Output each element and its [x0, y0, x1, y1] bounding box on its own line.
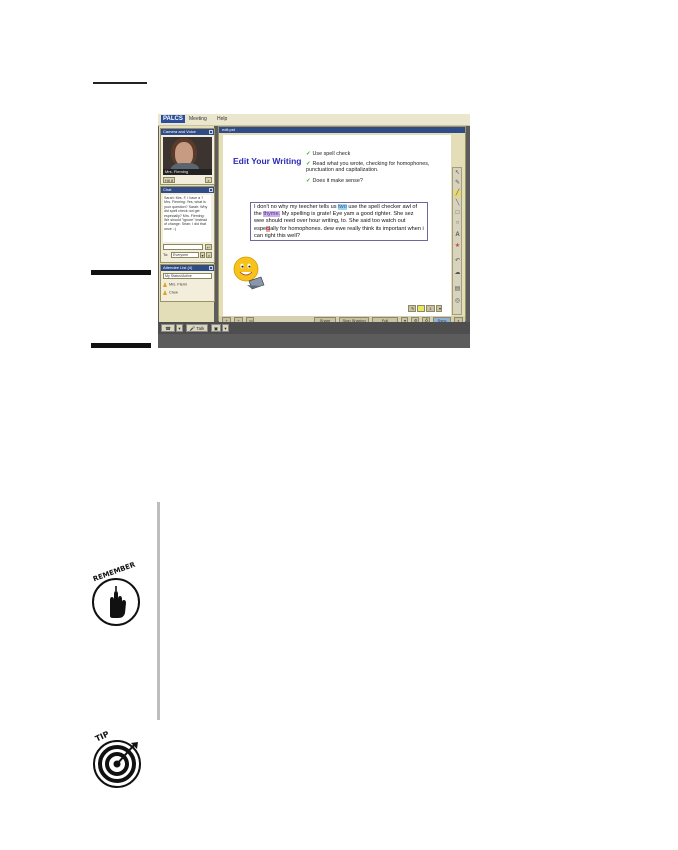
- status-select[interactable]: My Status/Active: [163, 273, 212, 279]
- pointer-tool-icon[interactable]: ↖: [454, 170, 461, 177]
- attendee-name: Crew: [169, 290, 178, 295]
- remember-margin-rule: [157, 502, 160, 720]
- headset-icon[interactable]: ☎: [161, 324, 175, 332]
- chat-panel-title: Chat: [161, 187, 214, 193]
- sample-paragraph-box: I don't no why my teecher tells us two u…: [250, 202, 428, 241]
- stamp-tool-icon[interactable]: ★: [454, 243, 461, 250]
- attendee-row[interactable]: Mrs. Flemi: [163, 282, 187, 287]
- camera-panel: Camera and Voice Mrs. Fleming Hit 8 ⌕: [160, 128, 215, 185]
- classroom-app-window: PALCS Meeting Help Camera and Voice Mrs.…: [158, 114, 470, 348]
- warning-icon: [163, 290, 167, 295]
- webcam-video: Mrs. Fleming: [163, 137, 212, 175]
- page-number-field[interactable]: 1: [426, 305, 435, 312]
- highlighter-color-swatch[interactable]: [417, 305, 425, 312]
- attendee-name: Mrs. Flemi: [169, 282, 187, 287]
- chat-panel: Chat Sarah: Mrs. F, I have a ? Mrs. Flem…: [160, 186, 215, 263]
- camera-panel-title-text: Camera and Voice: [163, 129, 196, 134]
- camera-panel-title: Camera and Voice: [161, 129, 214, 135]
- talk-button[interactable]: 🎤 Talk: [186, 324, 208, 332]
- menu-item-help[interactable]: Help: [217, 116, 227, 122]
- checklist-item: ✓ Read what you wrote, checking for homop…: [306, 161, 446, 174]
- zoom-icon[interactable]: ⌕: [205, 177, 212, 183]
- highlight-word: thyme.: [263, 211, 281, 218]
- top-rule: [93, 82, 147, 84]
- ellipse-tool-icon[interactable]: ○: [454, 220, 461, 227]
- menu-item-meeting[interactable]: Meeting: [189, 116, 207, 122]
- checklist-item: ✓ Does it make sense?: [306, 178, 446, 184]
- camera-tools: Hit 8 ⌕: [163, 177, 212, 183]
- send-icon[interactable]: ↵: [205, 244, 212, 250]
- highlight-word: two: [338, 204, 347, 210]
- eraser-icon[interactable]: ☁: [454, 270, 461, 277]
- whiteboard-panel: edit.pst Edit Your Writing ✓ Use spell ch…: [218, 126, 466, 328]
- checkmark-icon: ✓: [306, 151, 311, 157]
- pencil-icon[interactable]: ✎: [408, 305, 416, 312]
- whiteboard-canvas[interactable]: Edit Your Writing ✓ Use spell check ✓ Read…: [223, 135, 451, 316]
- undo-icon[interactable]: ↶: [454, 258, 461, 265]
- chat-transcript: Sarah: Mrs. F, I have a ? Mrs. Fleming: …: [163, 195, 211, 242]
- menu-bar: PALCS Meeting Help: [158, 114, 470, 126]
- to-label: To:: [163, 252, 169, 257]
- app-logo: PALCS: [161, 115, 185, 123]
- chevron-down-icon[interactable]: ▾: [436, 305, 442, 312]
- warning-icon: [163, 282, 167, 287]
- line-tool-icon[interactable]: ╲: [454, 200, 461, 207]
- drawing-toolbox: ↖ ✎ ╱ ╲ □ ○ A ★ ↶ ☁ ▤ ◎: [452, 167, 462, 315]
- hand-icon: [110, 586, 126, 618]
- whiteboard-title: edit.pst: [219, 127, 465, 133]
- checkmark-icon: ✓: [306, 161, 311, 167]
- text-tool-icon[interactable]: A: [454, 232, 461, 239]
- callout-bar-bottom: [91, 343, 151, 348]
- checklist-item: ✓ Use spell check: [306, 151, 446, 157]
- chat-panel-title-text: Chat: [163, 187, 172, 192]
- sample-text: ally for homophones. dew ewe really thin…: [254, 225, 424, 239]
- webcam-caption: Mrs. Fleming: [163, 169, 212, 175]
- lock-icon[interactable]: ▣: [211, 324, 221, 332]
- microphone-icon: 🎤: [189, 326, 196, 331]
- attendee-panel: Attendee List (4) My Status/Active Mrs. …: [160, 264, 215, 302]
- remember-icon: REMEMBER: [92, 561, 140, 626]
- panel-menu-icon[interactable]: [209, 188, 213, 192]
- attendee-row[interactable]: Crew: [163, 290, 178, 295]
- layers-icon[interactable]: ▤: [454, 286, 461, 293]
- rectangle-tool-icon[interactable]: □: [454, 210, 461, 217]
- chevron-down-icon[interactable]: ▾: [222, 324, 229, 332]
- chevron-down-icon[interactable]: ▾: [200, 252, 205, 258]
- panel-menu-icon[interactable]: [209, 130, 213, 134]
- checkmark-icon: ✓: [306, 178, 311, 184]
- recipient-select[interactable]: Everyone: [171, 252, 199, 258]
- slide-heading: Edit Your Writing: [233, 156, 302, 166]
- chat-message-input[interactable]: [163, 244, 203, 250]
- pen-tool-icon[interactable]: ✎: [454, 180, 461, 187]
- sample-text: I don't no why my teecher tells us: [254, 204, 339, 210]
- talk-label: Talk: [196, 326, 205, 331]
- app-bottom-bar: ☎ ▾ 🎤 Talk ▣ ▾: [158, 322, 470, 334]
- attendee-panel-title-text: Attendee List (4): [163, 265, 193, 270]
- checklist-text: Does it make sense?: [312, 178, 363, 184]
- tip-icon: TIP: [93, 729, 141, 788]
- checklist-text: Read what you wrote, checking for homoph…: [306, 161, 430, 174]
- panel-menu-icon[interactable]: [209, 266, 213, 270]
- hand-raise-button[interactable]: Hit 8: [163, 177, 175, 183]
- checklist-text: Use spell check: [312, 151, 351, 157]
- highlighter-tool-icon[interactable]: ╱: [454, 190, 461, 197]
- left-sidebar: Camera and Voice Mrs. Fleming Hit 8 ⌕ Ch…: [159, 126, 215, 322]
- smiley-laptop-icon: [233, 256, 265, 290]
- clear-icon[interactable]: ◎: [454, 298, 461, 305]
- zoom-icon[interactable]: ⌕: [206, 252, 212, 258]
- chevron-down-icon[interactable]: ▾: [176, 324, 183, 332]
- attendee-panel-title: Attendee List (4): [161, 265, 214, 271]
- target-icon: [98, 742, 138, 783]
- callout-bar-top: [91, 270, 151, 275]
